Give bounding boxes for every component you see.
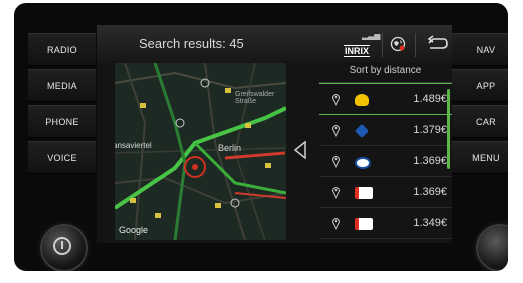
right-hard-buttons: NAV APP CAR MENU: [452, 33, 508, 177]
map-label-street: Greifswalder Straße: [235, 91, 275, 105]
list-scrollbar[interactable]: [447, 89, 450, 169]
google-attribution: Google: [119, 225, 149, 235]
total-logo-icon: [355, 218, 373, 230]
location-pin-icon: [331, 156, 341, 168]
list-item[interactable]: 1.489€: [319, 83, 452, 115]
collapse-list-arrow-icon[interactable]: [292, 140, 308, 160]
map-view[interactable]: ansaviertel Berlin Greifswalder Straße G…: [115, 63, 286, 240]
map-label-district: ansaviertel: [115, 141, 152, 150]
media-button[interactable]: MEDIA: [28, 69, 96, 102]
results-list: 1.489€ 1.379€ 1.369€ 1.369€ 1.349€: [319, 83, 452, 239]
top-bar: Search results: 45 ▂▃▅ INRIX: [97, 25, 452, 63]
back-arrow-icon[interactable]: [424, 35, 448, 53]
list-item[interactable]: 1.379€: [319, 115, 452, 146]
app-button[interactable]: APP: [452, 69, 508, 102]
display-screen: Search results: 45 ▂▃▅ INRIX ansaviertel…: [97, 25, 452, 243]
list-item[interactable]: 1.369€: [319, 146, 452, 177]
results-panel: Sort by distance 1.489€ 1.379€ 1.369€ 1.…: [319, 63, 452, 243]
price: 1.369€: [413, 186, 447, 198]
inrix-label: INRIX: [344, 45, 371, 57]
infotainment-bezel: RADIO MEDIA PHONE VOICE NAV APP CAR MENU…: [14, 3, 508, 271]
list-item[interactable]: 1.369€: [319, 177, 452, 208]
sort-label[interactable]: Sort by distance: [319, 65, 452, 76]
total-logo-icon: [355, 187, 373, 199]
price: 1.379€: [413, 124, 447, 136]
price: 1.369€: [413, 155, 447, 167]
menu-scroll-knob[interactable]: [476, 224, 508, 271]
left-hard-buttons: RADIO MEDIA PHONE VOICE: [28, 33, 96, 177]
price: 1.489€: [413, 93, 447, 105]
inrix-logo: ▂▃▅ INRIX: [342, 31, 380, 59]
price: 1.349€: [413, 217, 447, 229]
nav-button[interactable]: NAV: [452, 33, 508, 66]
map-label-city: Berlin: [218, 143, 242, 153]
location-pin-icon: [331, 187, 341, 199]
voice-button[interactable]: VOICE: [28, 141, 96, 174]
radio-button[interactable]: RADIO: [28, 33, 96, 66]
page-title: Search results: 45: [139, 36, 244, 51]
divider: [382, 33, 383, 57]
signal-icon: ▂▃▅: [362, 31, 381, 40]
phone-button[interactable]: PHONE: [28, 105, 96, 138]
map-canvas: [115, 63, 286, 240]
aral-logo-icon: [354, 123, 370, 139]
esso-logo-icon: [355, 157, 371, 169]
divider: [415, 33, 416, 57]
list-item[interactable]: 1.349€: [319, 208, 452, 239]
online-globe-icon[interactable]: [390, 36, 406, 52]
location-pin-icon: [331, 218, 341, 230]
location-pin-icon: [331, 125, 341, 137]
car-button[interactable]: CAR: [452, 105, 508, 138]
power-volume-knob[interactable]: [40, 224, 88, 271]
power-icon-stem: [61, 241, 63, 249]
menu-button[interactable]: MENU: [452, 141, 508, 174]
shell-logo-icon: [355, 94, 369, 106]
location-pin-icon: [331, 94, 341, 106]
